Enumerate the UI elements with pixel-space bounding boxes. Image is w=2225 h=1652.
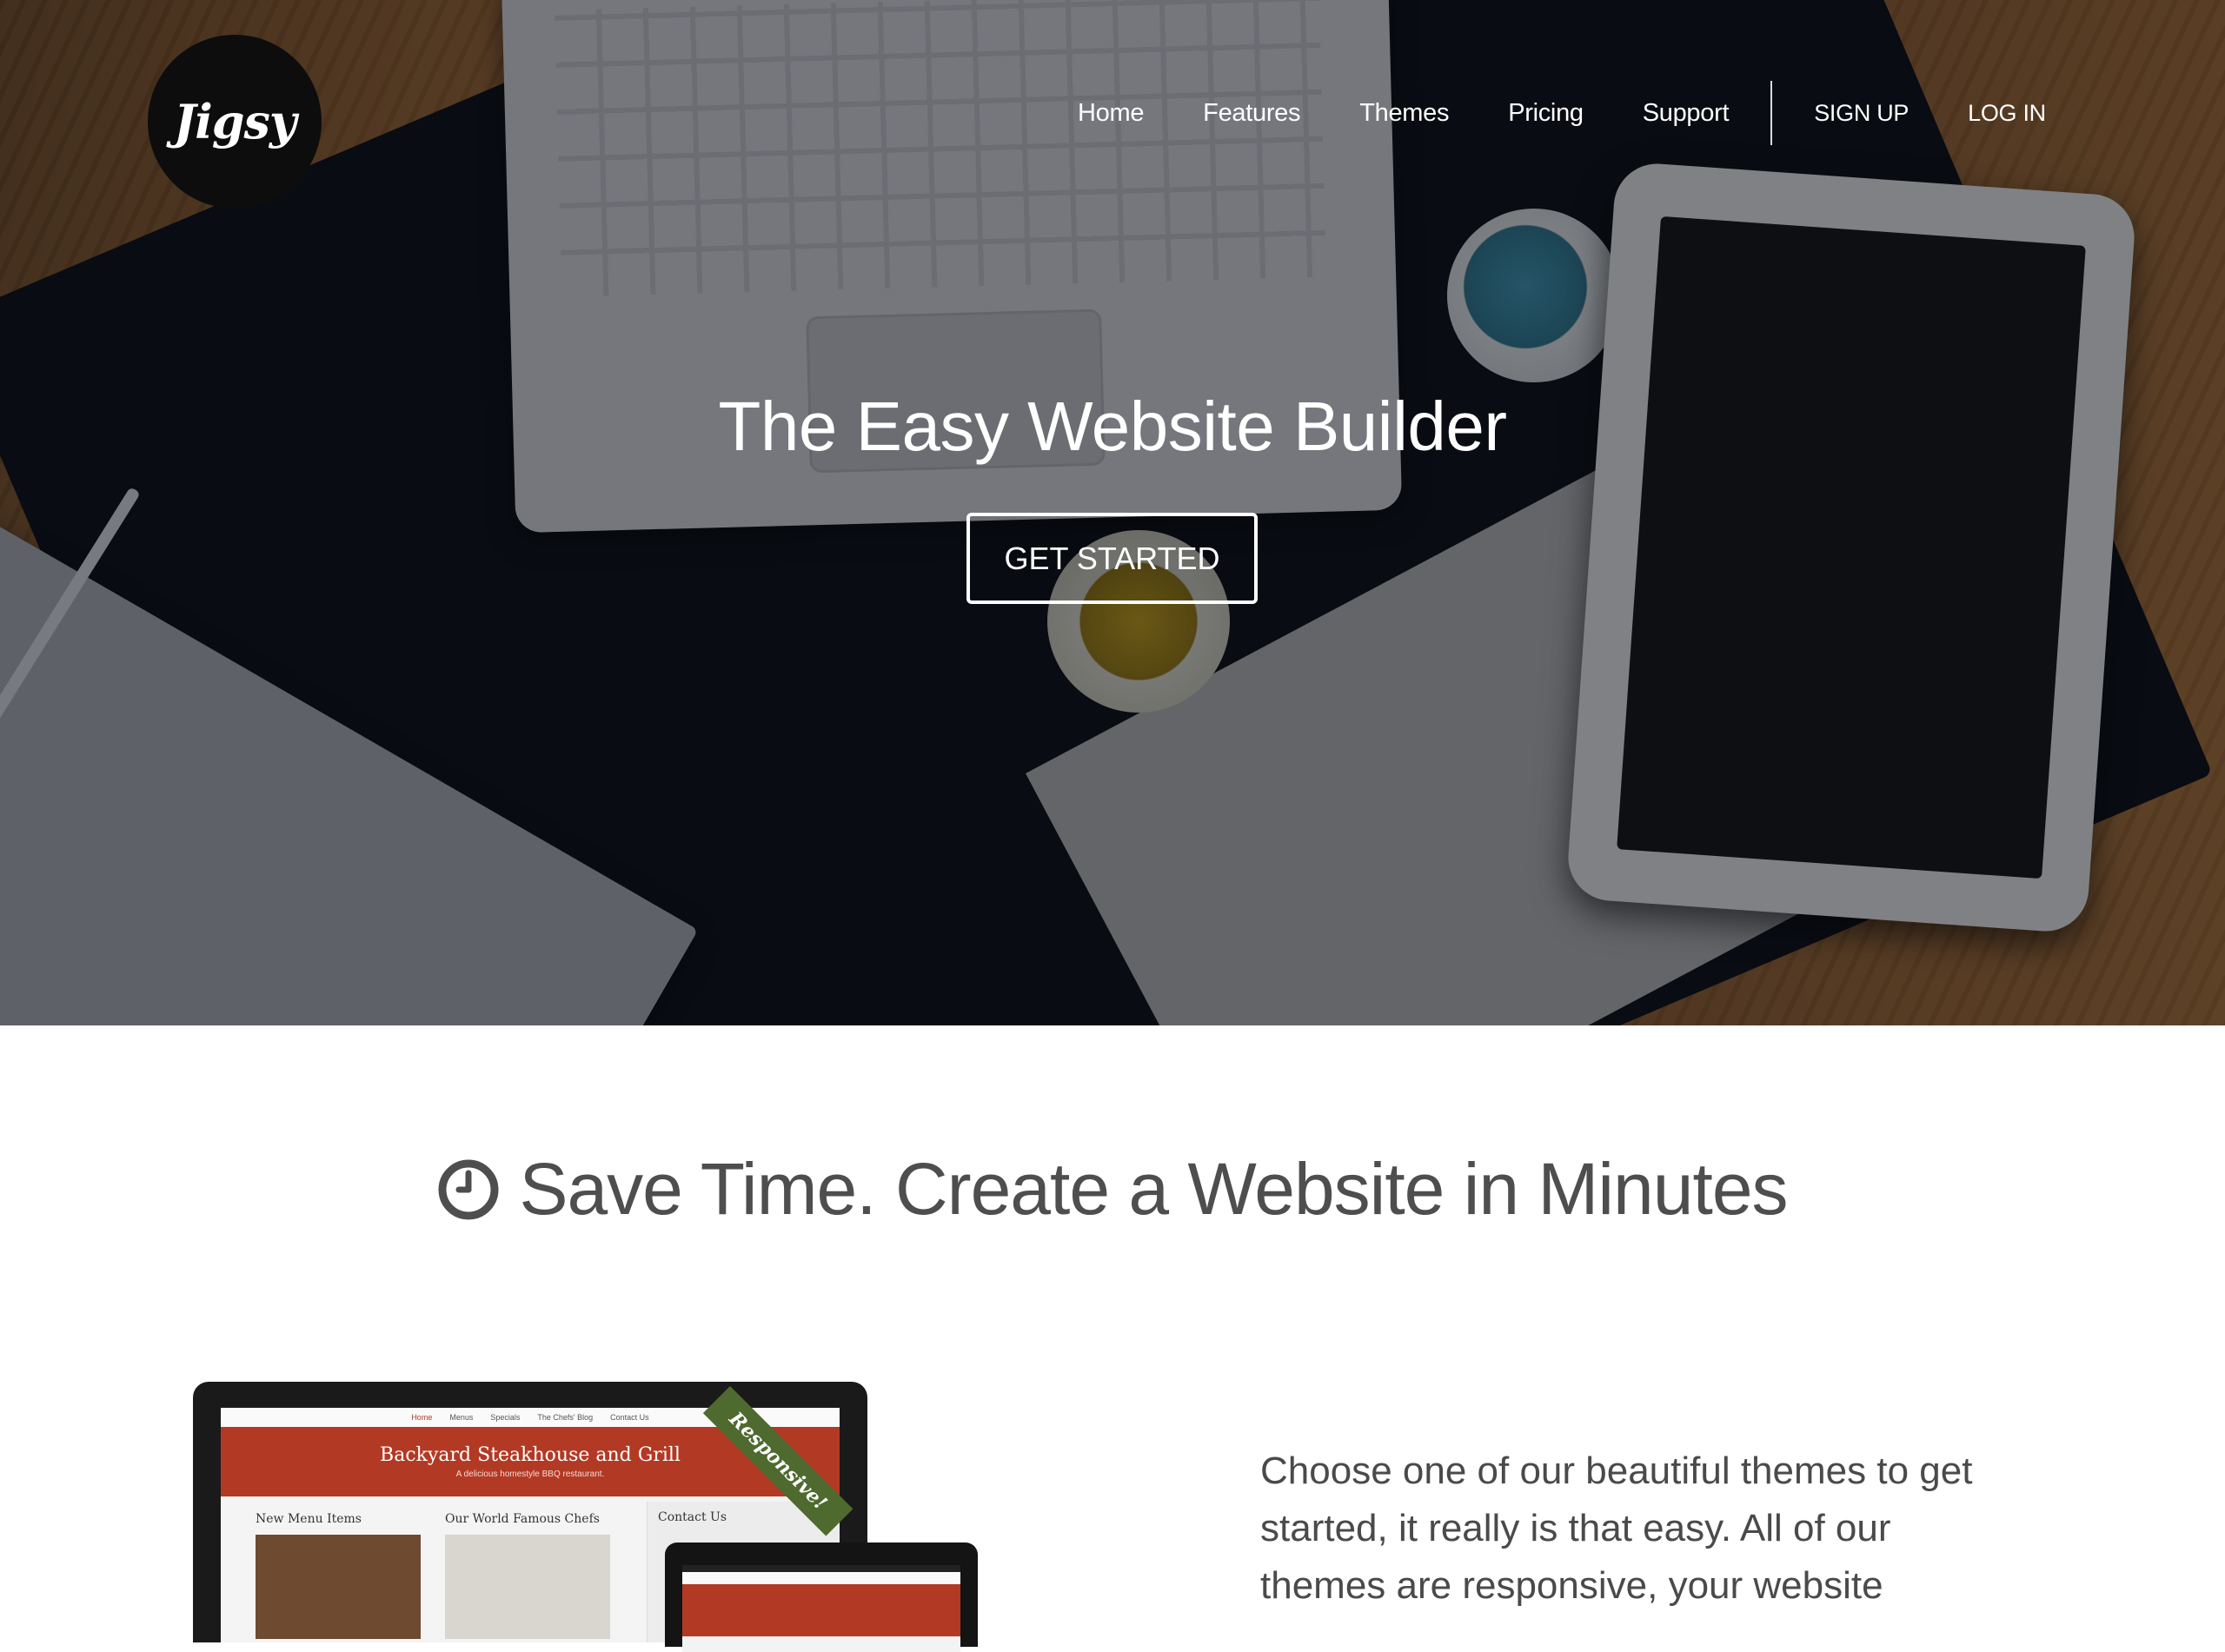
mockup-nav-item: Contact Us [610, 1413, 649, 1422]
hero-section: Jigsy Home Features Themes Pricing Suppo… [0, 0, 2225, 1025]
tablet-mockup-screen [682, 1565, 960, 1652]
hero-title: The Easy Website Builder [718, 388, 1507, 465]
mockup-col1-title: New Menu Items [256, 1512, 362, 1526]
get-started-button[interactable]: GET STARTED [966, 513, 1258, 604]
nav-themes[interactable]: Themes [1359, 99, 1449, 128]
mockup-chefs-image [445, 1535, 610, 1639]
nav-support[interactable]: Support [1643, 99, 1730, 128]
main-nav: Home Features Themes Pricing Support SIG… [1078, 81, 2105, 145]
nav-features[interactable]: Features [1203, 99, 1300, 128]
mockup-nav-item: Menus [449, 1413, 474, 1422]
mockup-food-image [256, 1535, 421, 1639]
mockup-nav-item: Specials [490, 1413, 521, 1422]
mockup-col2-title: Our World Famous Chefs [445, 1512, 600, 1526]
logo-text: Jigsy [173, 94, 297, 149]
mockup-contact-title: Contact Us [658, 1510, 727, 1524]
mockup-nav-item: Home [411, 1413, 433, 1422]
mockup-site-title: Backyard Steakhouse and Grill [380, 1444, 681, 1466]
nav-divider [1770, 81, 1773, 145]
section-title: Save Time. Create a Website in Minutes [519, 1148, 1788, 1230]
nav-home[interactable]: Home [1078, 99, 1144, 128]
sign-up-link[interactable]: SIGN UP [1814, 100, 1909, 127]
section-paragraph: Choose one of our beautiful themes to ge… [1260, 1450, 1973, 1607]
nav-pricing[interactable]: Pricing [1508, 99, 1584, 128]
logo[interactable]: Jigsy [148, 35, 322, 209]
mockup-nav-item: The Chefs' Blog [537, 1413, 594, 1422]
tablet-mockup [665, 1543, 978, 1652]
section-heading: Save Time. Create a Website in Minutes [0, 1147, 2225, 1231]
clock-icon [438, 1159, 499, 1219]
mockup-site-subtitle: A delicious homestyle BBQ restaurant. [455, 1470, 605, 1479]
log-in-link[interactable]: LOG IN [1968, 100, 2046, 127]
